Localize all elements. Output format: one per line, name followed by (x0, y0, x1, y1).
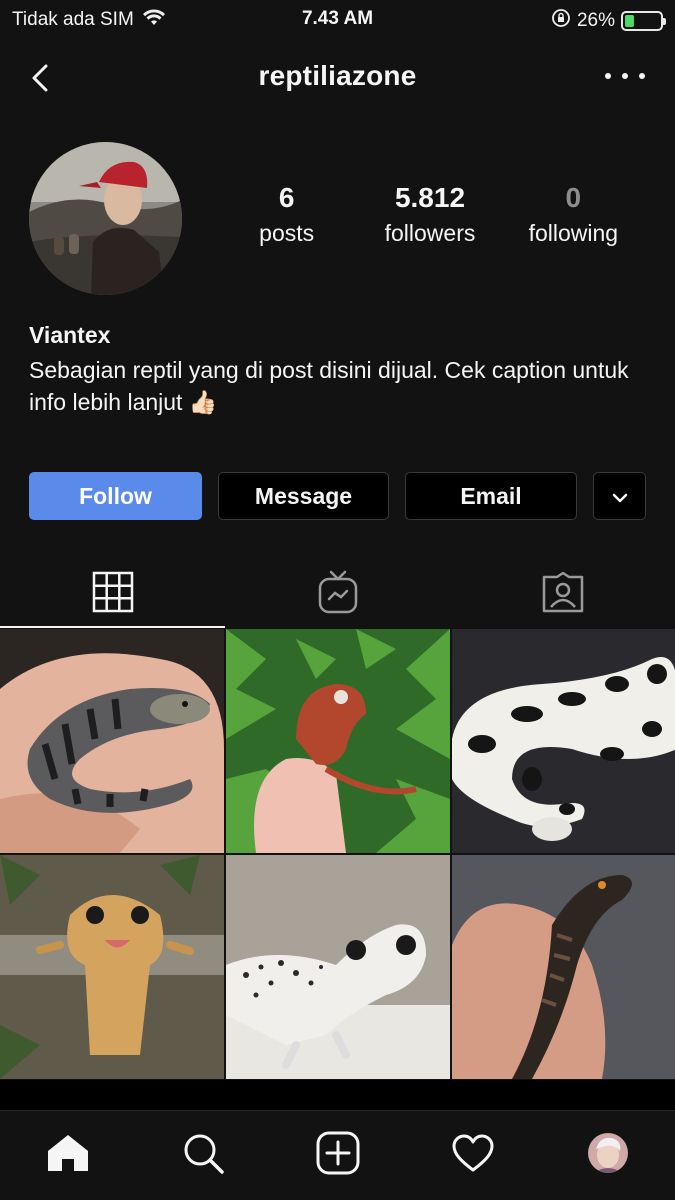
post-thumbnail-ball-python[interactable] (452, 629, 675, 853)
username-title: reptiliazone (258, 60, 417, 91)
post-thumbnail-gargoyle-gecko[interactable] (226, 629, 450, 853)
posts-count: 6 (278, 182, 295, 213)
more-horizontal-icon[interactable] (605, 58, 645, 94)
profile-tabs (0, 560, 675, 628)
followers-count: 5.812 (394, 182, 466, 213)
tab-tagged[interactable] (450, 560, 675, 628)
tab-igtv[interactable] (225, 560, 450, 628)
post-thumbnail-crocodile-skink[interactable] (452, 855, 675, 1079)
email-button[interactable]: Email (405, 472, 577, 520)
search-icon[interactable] (173, 1123, 233, 1183)
profile-bio: Sebagian reptil yang di post disini diju… (29, 357, 629, 415)
followers-label: followers (384, 220, 476, 246)
post-thumbnail-blue-tongue-skink[interactable] (0, 629, 224, 853)
profile-tab[interactable] (578, 1123, 638, 1183)
profile-avatar-small (587, 1132, 628, 1173)
battery-icon (621, 11, 666, 31)
following-label: following (528, 220, 619, 246)
posts-label: posts (259, 220, 315, 246)
new-post-icon[interactable] (308, 1123, 368, 1183)
profile-header: reptiliazone (0, 48, 675, 104)
followers-stat[interactable]: 5.812 followers (358, 182, 501, 262)
post-thumbnail-crested-gecko[interactable] (0, 855, 224, 1079)
message-button[interactable]: Message (218, 472, 389, 520)
profile-stats: 6 posts 5.812 followers 0 following (215, 182, 645, 262)
posts-grid (0, 629, 675, 1079)
home-icon[interactable] (38, 1123, 98, 1183)
posts-stat[interactable]: 6 posts (215, 182, 358, 262)
igtv-icon (317, 569, 359, 620)
following-stat[interactable]: 0 following (502, 182, 645, 262)
suggested-accounts-button[interactable] (593, 472, 646, 520)
heart-icon[interactable] (443, 1123, 503, 1183)
profile-name: Viantex (29, 322, 111, 348)
follow-button[interactable]: Follow (29, 472, 202, 520)
bottom-navigation (0, 1110, 675, 1200)
tagged-user-icon (541, 571, 585, 618)
orientation-lock-icon (551, 8, 571, 34)
following-count: 0 (565, 182, 582, 213)
post-thumbnail-leopard-gecko[interactable] (226, 855, 450, 1079)
battery-percent: 26% (576, 10, 615, 31)
grid-icon (92, 571, 134, 618)
tab-posts-grid[interactable] (0, 560, 225, 628)
divider (0, 1080, 675, 1110)
profile-avatar[interactable] (29, 142, 182, 295)
chevron-down-icon (611, 483, 629, 510)
status-bar: Tidak ada SIM 7.43 AM 26% (0, 0, 675, 38)
